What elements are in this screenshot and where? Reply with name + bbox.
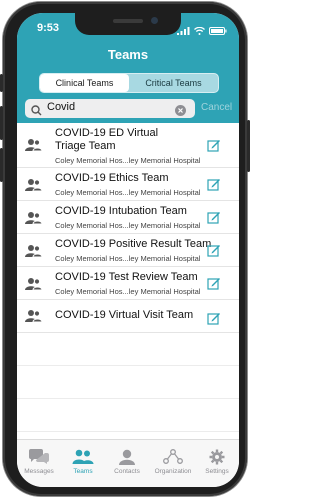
list-divider xyxy=(17,365,239,366)
phone-frame: 9:53 Teams Clinical Teams Critical Teams xyxy=(0,2,250,496)
screen: 9:53 Teams Clinical Teams Critical Teams xyxy=(17,13,239,487)
team-name: COVID-19 Test Review Team xyxy=(55,271,198,283)
status-icons xyxy=(177,22,227,40)
tab-bar: Messages Teams Contacts Organization Set… xyxy=(17,439,239,487)
tab-label: Messages xyxy=(24,468,54,475)
edit-icon[interactable] xyxy=(207,243,221,262)
status-time: 9:53 xyxy=(37,22,60,34)
tab-label: Organization xyxy=(154,468,192,475)
team-icon xyxy=(25,309,43,328)
tab-label: Contacts xyxy=(114,468,140,475)
battery-icon xyxy=(209,22,227,40)
clear-search-icon[interactable] xyxy=(175,103,186,121)
speaker xyxy=(113,19,143,23)
tab-clinical-teams[interactable]: Clinical Teams xyxy=(40,74,129,92)
search-icon xyxy=(31,103,42,121)
team-location: Coley Memorial Hos...ley Memorial Hospit… xyxy=(55,221,201,230)
list-item[interactable]: COVID-19 Intubation Team Coley Memorial … xyxy=(17,201,239,234)
team-name: COVID-19 Virtual Visit Team xyxy=(55,309,194,321)
team-location: Coley Memorial Hos...ley Memorial Hospit… xyxy=(55,254,201,263)
team-icon xyxy=(25,178,43,197)
list-item[interactable]: COVID-19 Ethics Team Coley Memorial Hos.… xyxy=(17,168,239,201)
edit-icon[interactable] xyxy=(207,138,221,157)
tab-settings[interactable]: Settings xyxy=(197,448,237,475)
page-title: Teams xyxy=(107,47,149,62)
search-input[interactable]: Covid xyxy=(47,101,75,113)
contacts-icon xyxy=(107,448,147,466)
team-location: Coley Memorial Hos...ley Memorial Hospit… xyxy=(55,156,201,165)
messages-icon xyxy=(19,448,59,466)
edit-icon[interactable] xyxy=(207,210,221,229)
tab-organization[interactable]: Organization xyxy=(151,448,195,475)
teams-icon xyxy=(63,448,103,466)
team-icon xyxy=(25,244,43,263)
team-icon xyxy=(25,211,43,230)
list-divider xyxy=(17,398,239,399)
tab-label: Settings xyxy=(205,468,229,475)
tab-contacts[interactable]: Contacts xyxy=(107,448,147,475)
team-name: COVID-19 ED Virtual xyxy=(55,127,159,139)
front-camera xyxy=(151,17,158,24)
team-icon xyxy=(25,277,43,296)
team-location: Coley Memorial Hos...ley Memorial Hospit… xyxy=(55,287,201,296)
team-name-line2: Triage Team xyxy=(55,140,116,152)
team-name: COVID-19 Positive Result Team xyxy=(55,238,212,250)
edit-icon[interactable] xyxy=(207,311,221,330)
edit-icon[interactable] xyxy=(207,177,221,196)
list-item[interactable]: COVID-19 Virtual Visit Team xyxy=(17,300,239,333)
edit-icon[interactable] xyxy=(207,276,221,295)
team-name: COVID-19 Ethics Team xyxy=(55,172,169,184)
team-type-segmented-control: Clinical Teams Critical Teams xyxy=(39,73,219,93)
tab-label: Teams xyxy=(73,468,93,475)
list-divider xyxy=(17,431,239,432)
notch xyxy=(75,13,181,35)
organization-icon xyxy=(151,448,195,466)
list-item[interactable]: COVID-19 Positive Result Team Coley Memo… xyxy=(17,234,239,267)
volume-down-button xyxy=(0,148,3,182)
team-name: COVID-19 Intubation Team xyxy=(55,205,187,217)
side-button xyxy=(247,120,250,172)
search-field[interactable]: Covid xyxy=(25,99,195,118)
gear-icon xyxy=(197,448,237,466)
volume-up-button xyxy=(0,106,3,140)
wifi-icon xyxy=(194,22,205,40)
list-item[interactable]: COVID-19 Test Review Team Coley Memorial… xyxy=(17,267,239,300)
tab-critical-teams[interactable]: Critical Teams xyxy=(129,74,218,92)
team-icon xyxy=(25,138,43,157)
tab-messages[interactable]: Messages xyxy=(19,448,59,475)
mute-switch xyxy=(0,74,3,92)
tab-teams[interactable]: Teams xyxy=(63,448,103,475)
cancel-button[interactable]: Cancel xyxy=(201,102,232,113)
team-location: Coley Memorial Hos...ley Memorial Hospit… xyxy=(55,188,201,197)
list-item[interactable]: COVID-19 ED Virtual Triage Team Coley Me… xyxy=(17,123,239,168)
